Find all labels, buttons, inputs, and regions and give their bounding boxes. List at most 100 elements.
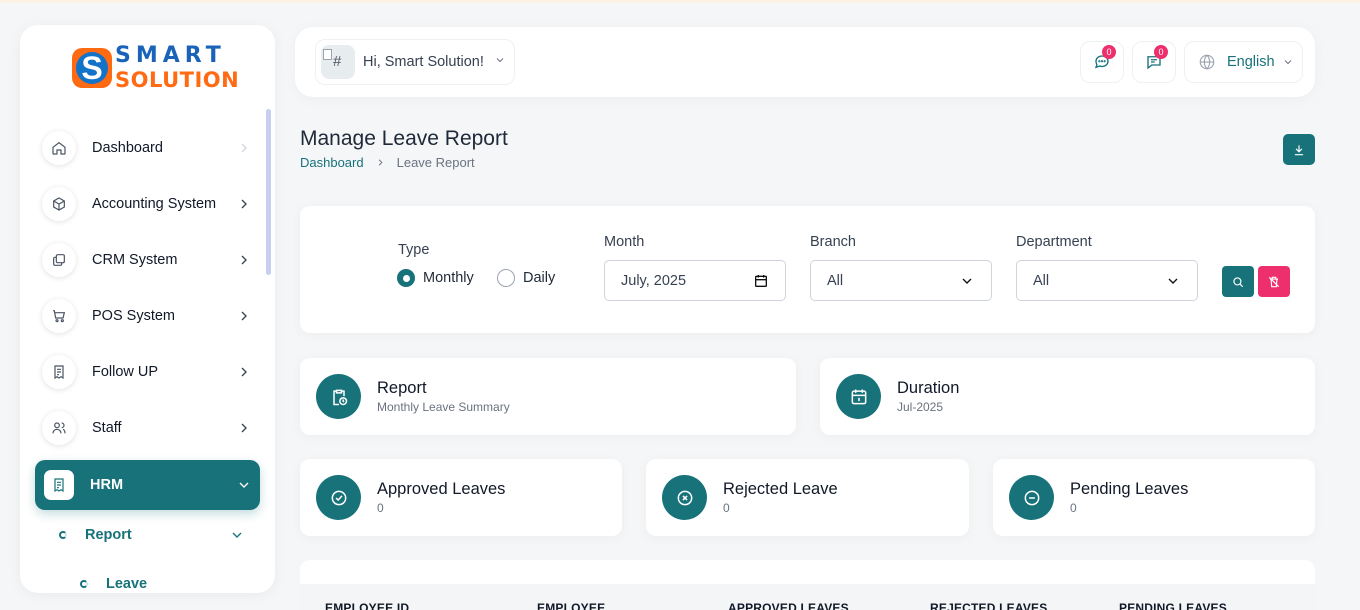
user-menu-button[interactable]: # Hi, Smart Solution! [315,39,515,85]
approved-leaves-value: 0 [377,501,384,515]
download-button[interactable] [1283,134,1315,165]
sidebar-item-hrm[interactable]: HRM [35,460,260,510]
page-title: Manage Leave Report [300,127,508,150]
branch-value: All [827,272,844,289]
breadcrumb: Dashboard Leave Report [300,155,475,170]
sidebar: SMART SOLUTION Dashboard Accounting Syst… [20,25,275,593]
rejected-leave-card: Rejected Leave 0 [646,459,969,536]
department-value: All [1033,272,1050,289]
chevron-down-icon [229,527,245,543]
month-value: July, 2025 [621,272,687,289]
reset-button[interactable] [1258,266,1290,297]
pending-leaves-value: 0 [1070,501,1077,515]
sidebar-item-pos[interactable]: POS System [35,291,260,341]
column-header-employee[interactable]: EMPLOYEE [537,601,605,610]
sidebar-item-label: POS System [92,308,175,324]
chevron-down-icon [236,477,252,493]
report-subtitle: Monthly Leave Summary [377,400,510,414]
report-card: Report Monthly Leave Summary [300,358,796,435]
avatar: # [321,45,355,79]
cart-icon [42,299,76,333]
logo-mark-icon [72,47,112,88]
sidebar-item-label: Dashboard [92,140,163,156]
chevron-down-icon [1282,56,1294,68]
branch-select[interactable]: All [810,260,992,301]
branch-label: Branch [810,234,856,250]
rejected-leave-value: 0 [723,501,730,515]
duration-value: Jul-2025 [897,400,944,414]
sidebar-item-crm[interactable]: CRM System [35,235,260,285]
language-label: English [1227,54,1275,70]
pending-leaves-title: Pending Leaves [1070,480,1189,498]
users-icon [42,411,76,445]
language-selector[interactable]: English [1184,41,1303,83]
column-header-approved-leaves[interactable]: APPROVED LEAVES [728,601,849,610]
chevron-right-icon [236,308,252,324]
search-button[interactable] [1222,266,1254,297]
messages-count-badge: 0 [1102,45,1116,59]
download-icon [1294,144,1304,155]
sidebar-scrollbar[interactable] [266,109,271,275]
column-header-employee-id[interactable]: EMPLOYEE ID [325,601,409,610]
chevron-down-icon [494,53,506,71]
breadcrumb-dashboard-link[interactable]: Dashboard [300,155,364,170]
box-icon [42,187,76,221]
clipboard-report-icon [316,374,361,419]
month-label: Month [604,234,645,250]
brand-line1: SMART [115,43,226,68]
chevron-right-icon [375,157,386,168]
bullet-icon [80,580,88,588]
check-circle-icon [316,475,361,520]
column-header-pending-leaves[interactable]: PENDING LEAVES [1119,601,1227,610]
department-label: Department [1016,234,1092,250]
chevron-down-icon [962,278,972,284]
messages-button[interactable]: 0 [1080,41,1124,83]
bullet-icon [59,531,67,539]
sidebar-item-staff[interactable]: Staff [35,403,260,453]
x-circle-icon [662,475,707,520]
trash-off-icon [1268,276,1280,287]
chevron-right-icon [236,252,252,268]
sidebar-item-follow-up[interactable]: Follow UP [35,347,260,397]
sidebar-subitem-label: Report [85,527,132,543]
chevron-right-icon [236,140,252,156]
approved-leaves-card: Approved Leaves 0 [300,459,622,536]
type-radio-monthly[interactable]: Monthly [397,269,474,287]
sidebar-item-label: Accounting System [92,196,217,212]
avatar-alt-text: # [333,53,342,70]
minus-circle-icon [1009,475,1054,520]
calendar-icon [755,274,767,287]
type-option-label: Monthly [423,270,474,286]
rejected-leave-title: Rejected Leave [723,480,838,498]
duration-title: Duration [897,379,960,397]
layers-icon [42,243,76,277]
calendar-icon [836,374,881,419]
sidebar-item-label: CRM System [92,252,178,268]
department-select[interactable]: All [1016,260,1198,301]
chevron-right-icon [236,420,252,436]
receipt-icon [42,355,76,389]
brand-logo[interactable]: SMART SOLUTION [72,43,239,92]
type-option-label: Daily [523,270,556,286]
sidebar-subitem-report[interactable]: Report [59,527,245,543]
search-icon [1233,276,1244,287]
report-title: Report [377,379,427,397]
approved-leaves-title: Approved Leaves [377,480,506,498]
notifications-button[interactable]: 0 [1132,41,1176,83]
sidebar-item-accounting[interactable]: Accounting System [35,179,260,229]
breadcrumb-current: Leave Report [396,155,475,170]
duration-card: Duration Jul-2025 [820,358,1315,435]
brand-line2: SOLUTION [115,68,240,92]
column-header-rejected-leaves[interactable]: REJECTED LEAVES [930,601,1047,610]
sidebar-item-dashboard[interactable]: Dashboard [35,123,260,173]
month-input[interactable]: July, 2025 [604,260,786,301]
chevron-down-icon [1168,278,1178,284]
globe-icon [1198,53,1216,71]
leave-table: EMPLOYEE ID EMPLOYEE APPROVED LEAVES REJ… [300,560,1315,610]
type-label: Type [398,242,430,258]
type-radio-daily[interactable]: Daily [497,269,555,287]
notifications-count-badge: 0 [1154,45,1168,59]
sidebar-subitem-leave[interactable]: Leave [80,576,147,592]
topbar: # Hi, Smart Solution! 0 0 English [295,27,1315,97]
sidebar-item-label: Follow UP [92,364,159,380]
